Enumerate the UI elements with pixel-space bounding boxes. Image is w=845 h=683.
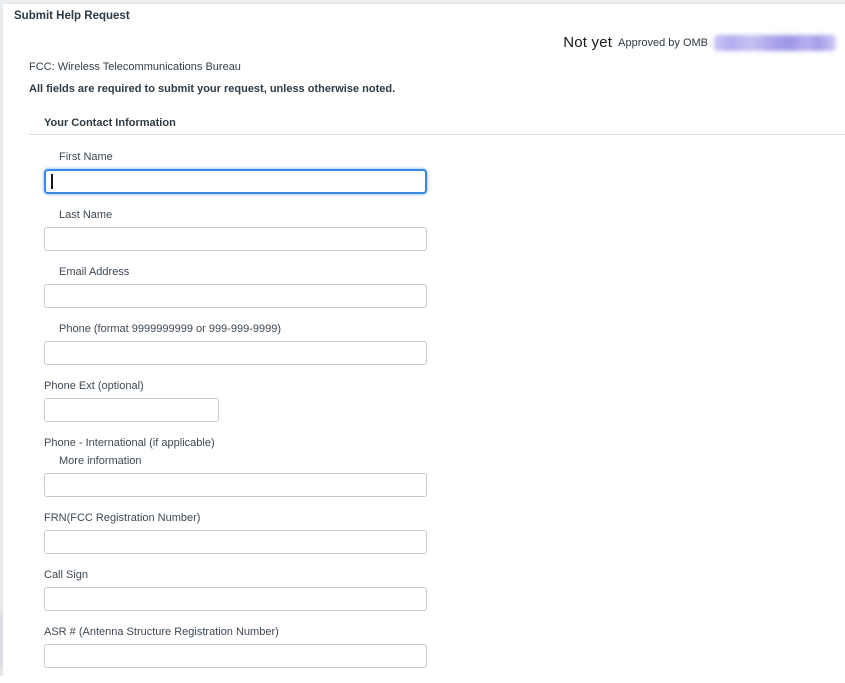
field-phone: Phone (format 9999999999 or 999-999-9999… (44, 323, 444, 365)
email-input[interactable] (44, 284, 427, 308)
phone-input[interactable] (44, 341, 427, 365)
page-title: Submit Help Request (14, 10, 130, 23)
asr-input[interactable] (44, 644, 427, 668)
section-divider (29, 134, 845, 135)
field-asr: ASR # (Antenna Structure Registration Nu… (44, 626, 444, 668)
call-sign-input[interactable] (44, 587, 427, 611)
email-input-wrap (44, 284, 427, 308)
contact-information-form: First Name Last Name Email Address Phone (f… (44, 151, 444, 683)
phone-international-more-information-label: More information (44, 455, 444, 468)
bureau-name: FCC: Wireless Telecommunications Bureau (29, 61, 241, 74)
omb-not-yet-text: Not yet (563, 34, 612, 52)
phone-ext-input[interactable] (44, 398, 219, 422)
last-name-input[interactable] (44, 227, 427, 251)
first-name-label: First Name (44, 151, 444, 164)
frn-input-wrap (44, 530, 427, 554)
omb-approval-notice: Not yet Approved by OMB (563, 34, 836, 52)
email-label: Email Address (44, 266, 444, 279)
asr-label: ASR # (Antenna Structure Registration Nu… (44, 626, 444, 639)
phone-label: Phone (format 9999999999 or 999-999-9999… (44, 323, 444, 336)
phone-ext-input-wrap (44, 398, 219, 422)
field-frn: FRN(FCC Registration Number) (44, 512, 444, 554)
required-fields-note: All fields are required to submit your r… (29, 83, 395, 96)
field-phone-international: Phone - International (if applicable) Mor… (44, 437, 444, 497)
last-name-label: Last Name (44, 209, 444, 222)
omb-control-number-redacted (714, 35, 836, 51)
frn-label: FRN(FCC Registration Number) (44, 512, 444, 525)
asr-input-wrap (44, 644, 427, 668)
phone-ext-label: Phone Ext (optional) (44, 380, 444, 393)
last-name-input-wrap (44, 227, 427, 251)
phone-input-wrap (44, 341, 427, 365)
left-edge-strip (0, 0, 3, 676)
field-email: Email Address (44, 266, 444, 308)
field-last-name: Last Name (44, 209, 444, 251)
call-sign-input-wrap (44, 587, 427, 611)
omb-approved-by-text: Approved by OMB (618, 37, 708, 49)
phone-international-input-wrap (44, 473, 427, 497)
phone-international-input[interactable] (44, 473, 427, 497)
top-border (0, 0, 845, 4)
section-title-contact-information: Your Contact Information (44, 117, 176, 130)
first-name-input[interactable] (44, 169, 427, 194)
first-name-input-wrap (44, 169, 427, 194)
field-first-name: First Name (44, 151, 444, 194)
frn-input[interactable] (44, 530, 427, 554)
field-call-sign: Call Sign (44, 569, 444, 611)
phone-international-label: Phone - International (if applicable) (44, 437, 444, 450)
text-cursor (51, 174, 53, 189)
field-phone-ext: Phone Ext (optional) (44, 380, 444, 422)
call-sign-label: Call Sign (44, 569, 444, 582)
